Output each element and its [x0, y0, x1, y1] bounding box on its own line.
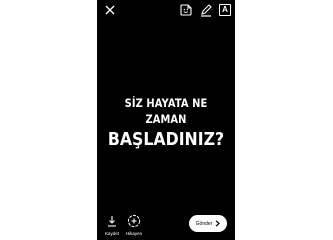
draw-button[interactable]: [199, 3, 213, 17]
story-label: Hikayen: [125, 231, 143, 236]
add-story-icon: [127, 214, 141, 228]
sticker-icon: [180, 4, 192, 16]
story-editor-screen: A SİZ HAYATA NE ZAMAN BAŞLADINIZ? Kaydet…: [97, 0, 235, 240]
close-button[interactable]: [103, 3, 117, 17]
text-icon: A: [219, 4, 231, 16]
send-label: Gönder: [195, 220, 213, 227]
your-story-button[interactable]: Hikayen: [119, 214, 149, 237]
caption-line-1: SİZ HAYATA NE ZAMAN: [124, 96, 208, 126]
story-caption[interactable]: SİZ HAYATA NE ZAMAN BAŞLADINIZ?: [97, 95, 235, 151]
top-toolbar: A: [97, 0, 235, 22]
download-icon: [108, 216, 116, 227]
sticker-button[interactable]: [179, 3, 193, 17]
send-button[interactable]: Gönder: [189, 215, 227, 232]
text-tool-button[interactable]: A: [218, 3, 232, 17]
caption-line-2: BAŞLADINIZ?: [107, 130, 225, 150]
pen-icon: [201, 4, 212, 17]
chevron-right-icon: [215, 220, 221, 227]
close-icon: [105, 5, 115, 15]
